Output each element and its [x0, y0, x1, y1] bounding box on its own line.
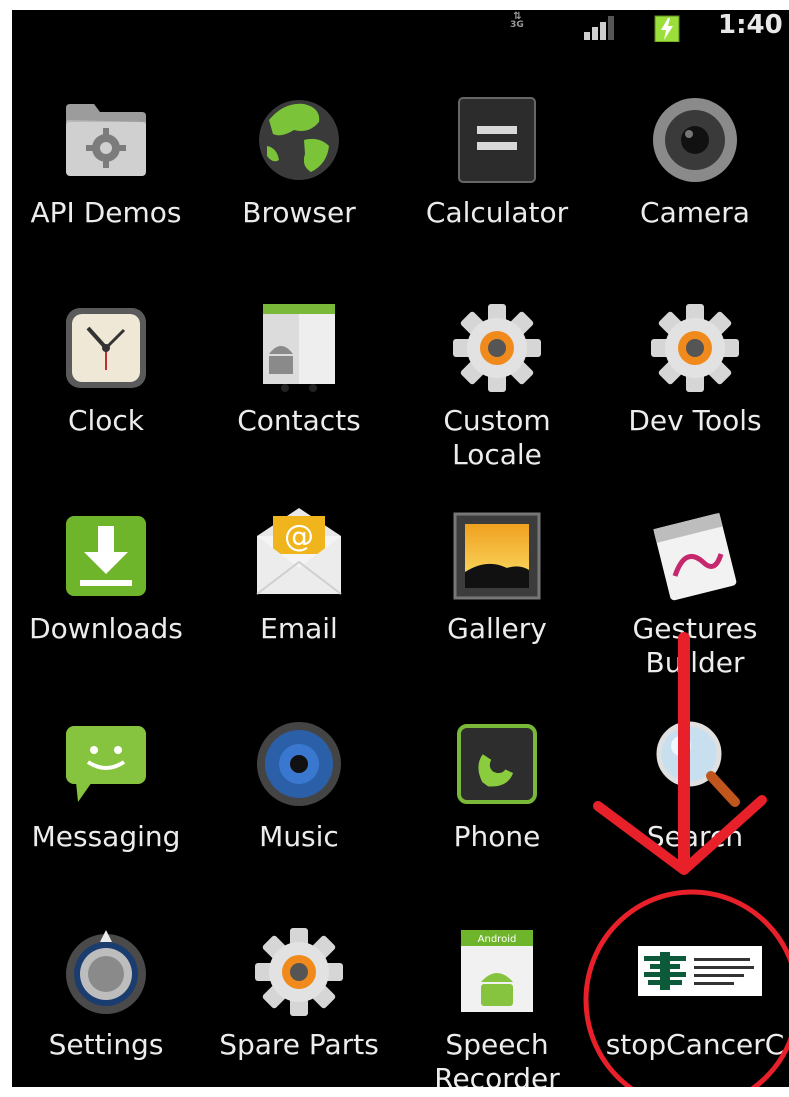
- app-label: Phone: [453, 820, 541, 853]
- app-label: API Demos: [30, 196, 182, 229]
- app-label: Clock: [67, 404, 145, 437]
- phone-screen: ⇅ 3G 1:40 API Demos Browser Calculator C…: [12, 10, 789, 1087]
- app-camera[interactable]: Camera: [598, 90, 789, 290]
- envelope-at-icon: @: [256, 508, 342, 595]
- gear-icon: [255, 928, 343, 1016]
- magnifier-icon: [656, 721, 740, 807]
- app-api-demos[interactable]: API Demos: [12, 90, 203, 290]
- app-label: Gestures Builder: [632, 612, 758, 679]
- app-label: Downloads: [29, 612, 183, 645]
- app-label: Settings: [48, 1028, 164, 1061]
- android-recorder-icon: Android: [461, 930, 533, 1012]
- settings-knob-icon: [66, 930, 146, 1014]
- app-contacts[interactable]: Contacts: [202, 298, 396, 498]
- app-label: Custom Locale: [443, 404, 551, 471]
- gear-icon: [651, 304, 739, 392]
- app-music[interactable]: Music: [202, 714, 396, 914]
- app-dev-tools[interactable]: Dev Tools: [598, 298, 789, 498]
- picture-frame-icon: [453, 512, 541, 600]
- app-label: stopCancerC: [605, 1028, 785, 1061]
- contacts-android-icon: [263, 304, 335, 392]
- app-phone[interactable]: Phone: [400, 714, 594, 914]
- app-label: Dev Tools: [628, 404, 762, 437]
- speaker-icon: [257, 722, 341, 806]
- app-label: Search: [646, 820, 744, 853]
- app-downloads[interactable]: Downloads: [12, 506, 203, 706]
- app-stopcancerc[interactable]: stopCancerC: [598, 922, 789, 1087]
- svg-text:@: @: [284, 519, 314, 554]
- app-calculator[interactable]: Calculator: [400, 90, 594, 290]
- app-label: Music: [259, 820, 339, 853]
- app-label: Spare Parts: [219, 1028, 379, 1061]
- app-label: Speech Recorder: [434, 1028, 560, 1087]
- app-label: Browser: [242, 196, 356, 229]
- folder-gear-icon: [66, 104, 146, 176]
- clock-icon: [66, 308, 146, 388]
- app-label: Email: [260, 612, 338, 645]
- phone-handset-icon: [457, 724, 537, 804]
- gear-icon: [453, 304, 541, 392]
- app-label: Calculator: [425, 196, 569, 229]
- app-speech-recorder[interactable]: Android Speech Recorder: [400, 922, 594, 1087]
- camera-lens-icon: [653, 98, 737, 182]
- stopcancer-logo-icon: [638, 946, 762, 996]
- app-label: Messaging: [31, 820, 181, 853]
- app-label: Contacts: [237, 404, 361, 437]
- app-label: Gallery: [447, 612, 547, 645]
- app-gallery[interactable]: Gallery: [400, 506, 594, 706]
- app-clock[interactable]: Clock: [12, 298, 203, 498]
- app-label: Camera: [640, 196, 750, 229]
- app-search[interactable]: Search: [598, 714, 789, 914]
- svg-text:Android: Android: [478, 934, 517, 945]
- app-messaging[interactable]: Messaging: [12, 714, 203, 914]
- app-settings[interactable]: Settings: [12, 922, 203, 1087]
- app-browser[interactable]: Browser: [202, 90, 396, 290]
- calculator-icon: [458, 97, 536, 183]
- app-custom-locale[interactable]: Custom Locale: [400, 298, 594, 498]
- app-gestures-builder[interactable]: Gestures Builder: [598, 506, 789, 706]
- globe-icon: [259, 100, 339, 180]
- app-email[interactable]: @ Email: [202, 506, 396, 706]
- app-drawer-grid: API Demos Browser Calculator Camera Cloc…: [12, 10, 789, 1087]
- download-icon: [66, 516, 146, 596]
- gesture-pad-icon: [653, 512, 737, 601]
- app-spare-parts[interactable]: Spare Parts: [202, 922, 396, 1087]
- chat-bubble-icon: [66, 726, 146, 802]
